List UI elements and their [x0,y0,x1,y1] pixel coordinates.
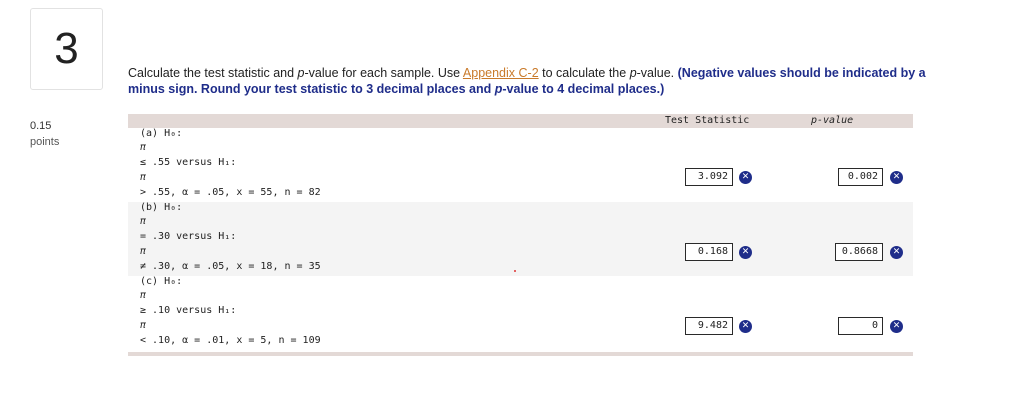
x-circle-icon: ✕ [890,320,903,333]
row-text: π [140,172,147,183]
prompt-text-4: -value. [636,66,678,80]
p-value-input-b[interactable]: 0.8668 [835,243,883,261]
points-value: 0.15 [30,120,52,132]
prompt-text-2: -value for each sample. Use [304,66,463,80]
row-text: ≠ .30, α = .05, x = 18, n = 35 [140,261,321,272]
prompt-p-2: p [629,66,637,80]
hypothesis-table: Test Statistic p-value (a) H₀: π ≤ .55 v… [128,114,913,356]
prompt-text-3: to calculate the [538,66,630,80]
stray-dot [514,270,516,272]
x-circle-icon: ✕ [739,171,752,184]
row-text: (b) H₀: [140,202,183,213]
row-text: = .30 versus H₁: [140,231,237,242]
table-row-b: (b) H₀: π = .30 versus H₁: π ≠ .30, α = … [128,202,913,276]
row-text: π [140,216,147,227]
header-test-statistic: Test Statistic [665,115,750,126]
header-p-value: p-value [811,115,854,126]
row-text: π [140,246,147,257]
row-text: < .10, α = .01, x = 5, n = 109 [140,335,321,346]
row-text: > .55, α = .05, x = 55, n = 82 [140,187,321,198]
p-value-input-a[interactable]: 0.002 [838,168,883,186]
points-info: 0.15 points [30,118,59,150]
p-value-input-c[interactable]: 0 [838,317,883,335]
row-text: (c) H₀: [140,276,183,287]
question-number: 3 [54,24,79,73]
row-text: π [140,142,147,153]
x-circle-icon: ✕ [890,246,903,259]
table-row-a: (a) H₀: π ≤ .55 versus H₁: π > .55, α = … [128,128,913,202]
row-text: π [140,320,147,331]
x-circle-icon: ✕ [890,171,903,184]
points-label: points [30,136,60,148]
prompt-text: Calculate the test statistic and [128,66,298,80]
row-text: π [140,290,147,301]
test-statistic-input-c[interactable]: 9.482 [685,317,733,335]
table-header: Test Statistic p-value [128,114,913,128]
x-circle-icon: ✕ [739,246,752,259]
row-text: (a) H₀: [140,128,183,139]
row-text: ≤ .55 versus H₁: [140,157,237,168]
question-number-box: 3 [30,8,103,90]
test-statistic-input-b[interactable]: 0.168 [685,243,733,261]
appendix-link[interactable]: Appendix C-2 [463,66,539,80]
table-footer-bar [128,352,913,356]
table-row-c: (c) H₀: π ≥ .10 versus H₁: π < .10, α = … [128,276,913,352]
x-circle-icon: ✕ [739,320,752,333]
question-prompt: Calculate the test statistic and p-value… [128,65,928,97]
test-statistic-input-a[interactable]: 3.092 [685,168,733,186]
row-text: ≥ .10 versus H₁: [140,305,237,316]
